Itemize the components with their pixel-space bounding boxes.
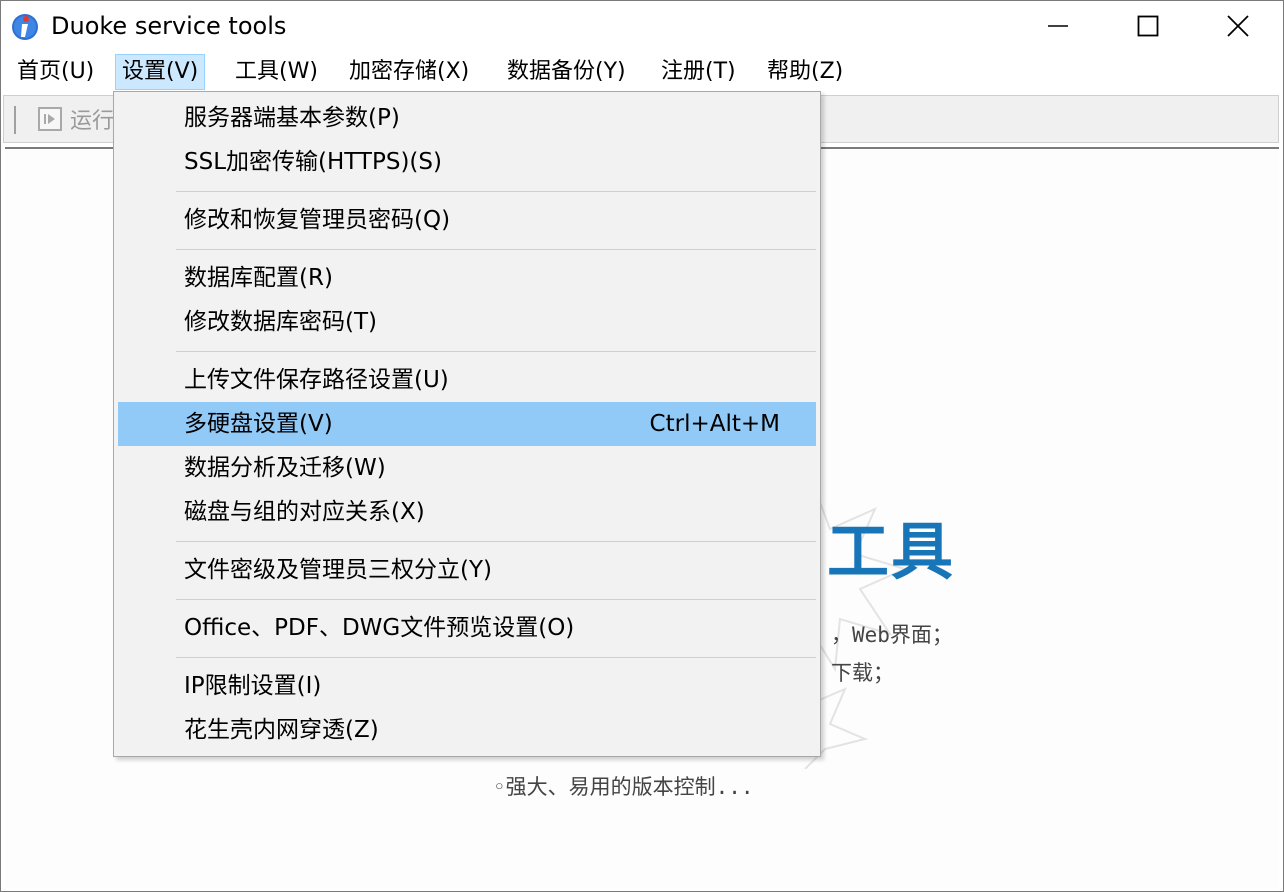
menu-separator — [176, 249, 816, 250]
menu-tools[interactable]: 工具(W) — [229, 55, 324, 89]
menu-separator — [176, 657, 816, 658]
menu-item-database-config[interactable]: 数据库配置(R) — [118, 256, 816, 300]
menu-encrypted-storage[interactable]: 加密存储(X) — [343, 55, 475, 89]
menu-help[interactable]: 帮助(Z) — [761, 55, 849, 89]
menu-bar: 首页(U) 设置(V) 工具(W) 加密存储(X) 数据备份(Y) 注册(T) … — [1, 51, 1283, 93]
menu-item-admin-password[interactable]: 修改和恢复管理员密码(Q) — [118, 198, 816, 242]
menu-home[interactable]: 首页(U) — [11, 55, 100, 89]
settings-dropdown-menu: 服务器端基本参数(P) SSL加密传输(HTTPS)(S) 修改和恢复管理员密码… — [113, 91, 821, 757]
feature-text-download: 下载； — [831, 661, 894, 685]
minimize-icon — [1048, 25, 1068, 27]
menu-settings[interactable]: 设置(V) — [115, 54, 206, 90]
run-label: 运行 — [70, 109, 115, 134]
menu-data-backup[interactable]: 数据备份(Y) — [501, 55, 632, 89]
product-title: 工具 — [827, 515, 956, 588]
menu-separator — [176, 191, 816, 192]
title-bar: Duoke service tools — [1, 1, 1283, 51]
menu-item-server-params[interactable]: 服务器端基本参数(P) — [118, 96, 816, 140]
menu-separator — [176, 599, 816, 600]
window-title: Duoke service tools — [51, 12, 287, 40]
run-icon — [38, 107, 62, 131]
app-window: Duoke service tools 首页(U) 设置(V) 工具(W) 加密… — [0, 0, 1284, 892]
menu-separator — [176, 541, 816, 542]
menu-item-oray-tunnel[interactable]: 花生壳内网穿透(Z) — [118, 708, 816, 752]
feature-text-web: ，Web界面； — [831, 623, 953, 647]
feature-text-version-control: ◦强大、易用的版本控制... — [493, 775, 754, 799]
menu-item-file-classification[interactable]: 文件密级及管理员三权分立(Y) — [118, 548, 816, 592]
menu-item-ip-restriction[interactable]: IP限制设置(I) — [118, 664, 816, 708]
minimize-button[interactable] — [1013, 1, 1103, 51]
menu-register[interactable]: 注册(T) — [655, 55, 742, 89]
close-button[interactable] — [1193, 1, 1283, 51]
maximize-button[interactable] — [1103, 1, 1193, 51]
shortcut-label: Ctrl+Alt+M — [649, 411, 780, 437]
menu-item-upload-path[interactable]: 上传文件保存路径设置(U) — [118, 358, 816, 402]
run-button[interactable]: 运行 — [38, 104, 114, 134]
menu-item-disk-group-mapping[interactable]: 磁盘与组的对应关系(X) — [118, 490, 816, 534]
menu-item-data-migration[interactable]: 数据分析及迁移(W) — [118, 446, 816, 490]
menu-item-database-password[interactable]: 修改数据库密码(T) — [118, 300, 816, 344]
maximize-icon — [1137, 15, 1159, 37]
menu-item-multi-disk[interactable]: 多硬盘设置(V) Ctrl+Alt+M — [118, 402, 816, 446]
menu-separator — [176, 351, 816, 352]
menu-item-file-preview[interactable]: Office、PDF、DWG文件预览设置(O) — [118, 606, 816, 650]
toolbar-grip[interactable] — [14, 106, 16, 134]
menu-item-ssl-https[interactable]: SSL加密传输(HTTPS)(S) — [118, 140, 816, 184]
close-icon — [1227, 15, 1249, 37]
app-info-icon — [11, 11, 39, 41]
